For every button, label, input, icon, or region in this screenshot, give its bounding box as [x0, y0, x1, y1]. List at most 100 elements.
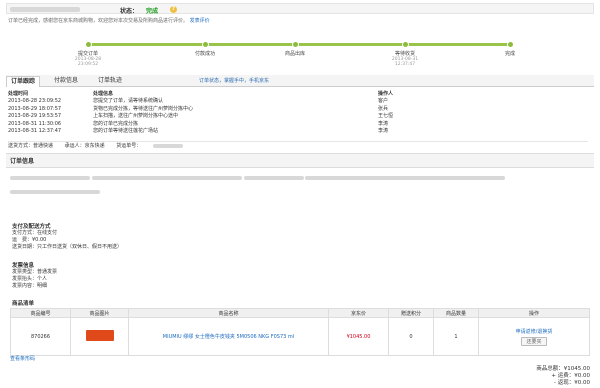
goods-total: 商品总额：¥1045.00 — [536, 366, 590, 372]
tab-order-trail[interactable]: 订单轨迹 — [94, 76, 126, 87]
payment-section: 支付及配送方式 支付方式：在线支付 运 费：¥0.00 送货日期：只工作日送货（… — [6, 222, 594, 251]
carrier: 承运人：京东快递 — [64, 143, 105, 149]
question-icon[interactable]: ? — [170, 6, 177, 13]
product-price: ¥1045.00 — [328, 317, 389, 356]
ship-method: 送货方式：普通快递 — [8, 143, 54, 149]
product-points: 0 — [388, 317, 434, 356]
tracking-number-redacted — [152, 143, 183, 148]
redacted-line — [10, 190, 100, 194]
cell-time: 2013-08-31 11:30:06 — [8, 120, 62, 127]
col-quantity: 商品数量 — [433, 308, 479, 318]
progress-step: 等待收货 2013-08-31 12:37:47 — [365, 38, 445, 67]
status-label: 状态： — [120, 8, 139, 15]
product-name-cell: MIUMIU 缪缪 女士橙色牛皮钱夹 5M0506 NKG F0S73 ml — [128, 317, 329, 356]
order-info-section: 订单信息 — [6, 153, 594, 200]
cell-time: 2013-08-29 19:53:57 — [8, 113, 62, 119]
payment-title: 支付及配送方式 — [12, 224, 51, 230]
col-price: 京东价 — [328, 308, 389, 318]
progress-step: 完成 — [470, 38, 550, 57]
col-product-id: 商品编号 — [10, 308, 71, 318]
col-info: 处理信息 — [93, 91, 114, 97]
redacted-line — [305, 176, 506, 180]
product-quantity: 1 — [433, 317, 479, 356]
view-barcode-link[interactable]: 查看条形码 — [10, 355, 35, 362]
step-dot-icon — [84, 41, 92, 48]
cell-operator: 张兵 — [378, 105, 389, 112]
shipping-total: + 运费：¥0.00 — [551, 373, 590, 379]
status-value: 完成 — [146, 8, 159, 15]
progress-step: 提交订单 2013-08-28 23:09:52 — [48, 38, 128, 67]
table-row: 2013-08-28 23:09:52 您提交了订单，请等待系统确认 客户 — [8, 98, 588, 106]
payment-line: 送货日期：只工作日送货（双休日、假日不用送） — [12, 244, 123, 250]
order-progress: 提交订单 2013-08-28 23:09:52 付款成功 商品出库 等待收货 … — [70, 38, 520, 68]
cell-operator: 李涛 — [378, 120, 389, 127]
invoice-section: 发票信息 发票类型：普通发票 发票抬头：个人 发票内容：明细 — [6, 261, 594, 290]
refund-total: - 返现：¥0.00 — [554, 380, 590, 386]
redacted-line — [243, 176, 304, 180]
tab-payment-info[interactable]: 付款信息 — [50, 76, 82, 87]
review-link[interactable]: 发表评价 — [190, 18, 210, 24]
product-name-link[interactable]: MIUMIU 缪缪 女士橙色牛皮钱夹 5M0506 NKG F0S73 ml — [163, 334, 294, 340]
cell-time: 2013-08-28 23:09:52 — [8, 98, 62, 104]
product-list-title: 商品清单 — [12, 301, 35, 307]
col-time: 处理时间 — [8, 91, 29, 97]
tracking-number: 货运单号： — [116, 143, 142, 149]
product-list-section: 商品清单 — [6, 299, 594, 307]
product-actions: 申请返修/退换货 还要买 — [478, 317, 590, 356]
progress-step: 付款成功 — [165, 38, 245, 57]
step-dot-icon — [506, 41, 514, 48]
return-exchange-link[interactable]: 申请返修/退换货 — [479, 328, 589, 335]
step-label: 完成 — [504, 51, 515, 57]
col-product-image: 商品图片 — [70, 308, 129, 318]
col-points: 赠送积分 — [388, 308, 434, 318]
shipping-info: 送货方式：普通快递 承运人：京东快递 货运单号： — [8, 141, 588, 150]
product-thumbnail[interactable] — [85, 330, 114, 341]
redacted-line — [10, 176, 90, 180]
col-operator: 操作人 — [378, 91, 394, 97]
progress-step: 商品出库 — [255, 38, 335, 57]
redacted-line — [91, 176, 242, 180]
order-totals: 商品总额：¥1045.00 + 运费：¥0.00 - 返现：¥0.00 — [470, 366, 590, 387]
step-label: 等待收货 — [394, 51, 415, 57]
tab-order-tracking[interactable]: 订单跟踪 — [6, 76, 41, 87]
product-image-cell — [70, 317, 129, 356]
table-row: 2013-08-31 12:37:47 您的订单等待送往莲花广场站 李涛 — [8, 128, 588, 136]
step-dot-icon — [291, 41, 299, 48]
invoice-line: 发票类型：普通发票 — [12, 269, 58, 275]
step-time: 12:37:47 — [394, 62, 416, 67]
order-number-redacted — [10, 7, 80, 12]
table-row: 2013-08-31 11:30:06 您的订单已完成分拣 李涛 — [8, 121, 588, 129]
tracking-table: 处理时间 处理信息 操作人 2013-08-28 23:09:52 您提交了订单，… — [8, 90, 588, 136]
invoice-line: 发票内容：明细 — [12, 283, 48, 289]
step-label: 付款成功 — [194, 51, 215, 57]
payment-line: 运 费：¥0.00 — [12, 237, 47, 243]
step-dot-icon — [401, 41, 409, 48]
product-id: 870266 — [10, 317, 71, 356]
col-actions: 操作 — [478, 308, 590, 318]
order-notice: 订单已经完成，感谢您在京东商城购物，欢迎您对本次交易及所购商品进行评价。 发表评… — [8, 17, 210, 24]
cell-info: 上车扫描，送往广州萝岗分拣中心途中 — [93, 113, 179, 119]
cell-operator: 李涛 — [378, 128, 389, 134]
table-row: 870266 MIUMIU 缪缪 女士橙色牛皮钱夹 5M0506 NKG F0S… — [10, 317, 590, 356]
step-label: 提交订单 — [77, 51, 98, 57]
product-table: 商品编号 商品图片 商品名称 京东价 赠送积分 商品数量 操作 870266 M… — [10, 308, 590, 356]
step-label: 商品出库 — [284, 51, 305, 57]
cell-info: 您的订单等待送往莲花广场站 — [93, 128, 159, 134]
cell-time: 2013-08-29 18:07:57 — [8, 105, 62, 112]
notice-text: 订单已经完成，感谢您在京东商城购物，欢迎您对本次交易及所购商品进行评价。 — [8, 18, 189, 24]
invoice-line: 发票抬头：个人 — [12, 276, 48, 282]
col-product-name: 商品名称 — [128, 308, 329, 318]
step-dot-icon — [201, 41, 209, 48]
order-tabs: 订单跟踪 付款信息 订单轨迹 订单状态，掌握手中，手机京东 — [6, 75, 594, 87]
cell-operator: 王七恒 — [378, 113, 394, 119]
cell-info: 您的订单已完成分拣 — [93, 120, 139, 127]
invoice-title: 发票信息 — [12, 263, 35, 269]
table-row: 2013-08-29 19:53:57 上车扫描，送往广州萝岗分拣中心途中 王七恒 — [8, 113, 588, 121]
buy-again-button[interactable]: 还要买 — [521, 336, 547, 346]
cell-info: 您提交了订单，请等待系统确认 — [93, 98, 164, 104]
cell-operator: 客户 — [378, 98, 389, 104]
table-row: 2013-08-29 18:07:57 货物已完成分拣，等待送往广州萝岗分拣中心 张… — [8, 106, 588, 114]
cell-info: 货物已完成分拣，等待送往广州萝岗分拣中心 — [93, 105, 194, 112]
address-block-redacted — [6, 168, 594, 200]
mobile-tracking-link[interactable]: 订单状态，掌握手中，手机京东 — [199, 77, 269, 84]
